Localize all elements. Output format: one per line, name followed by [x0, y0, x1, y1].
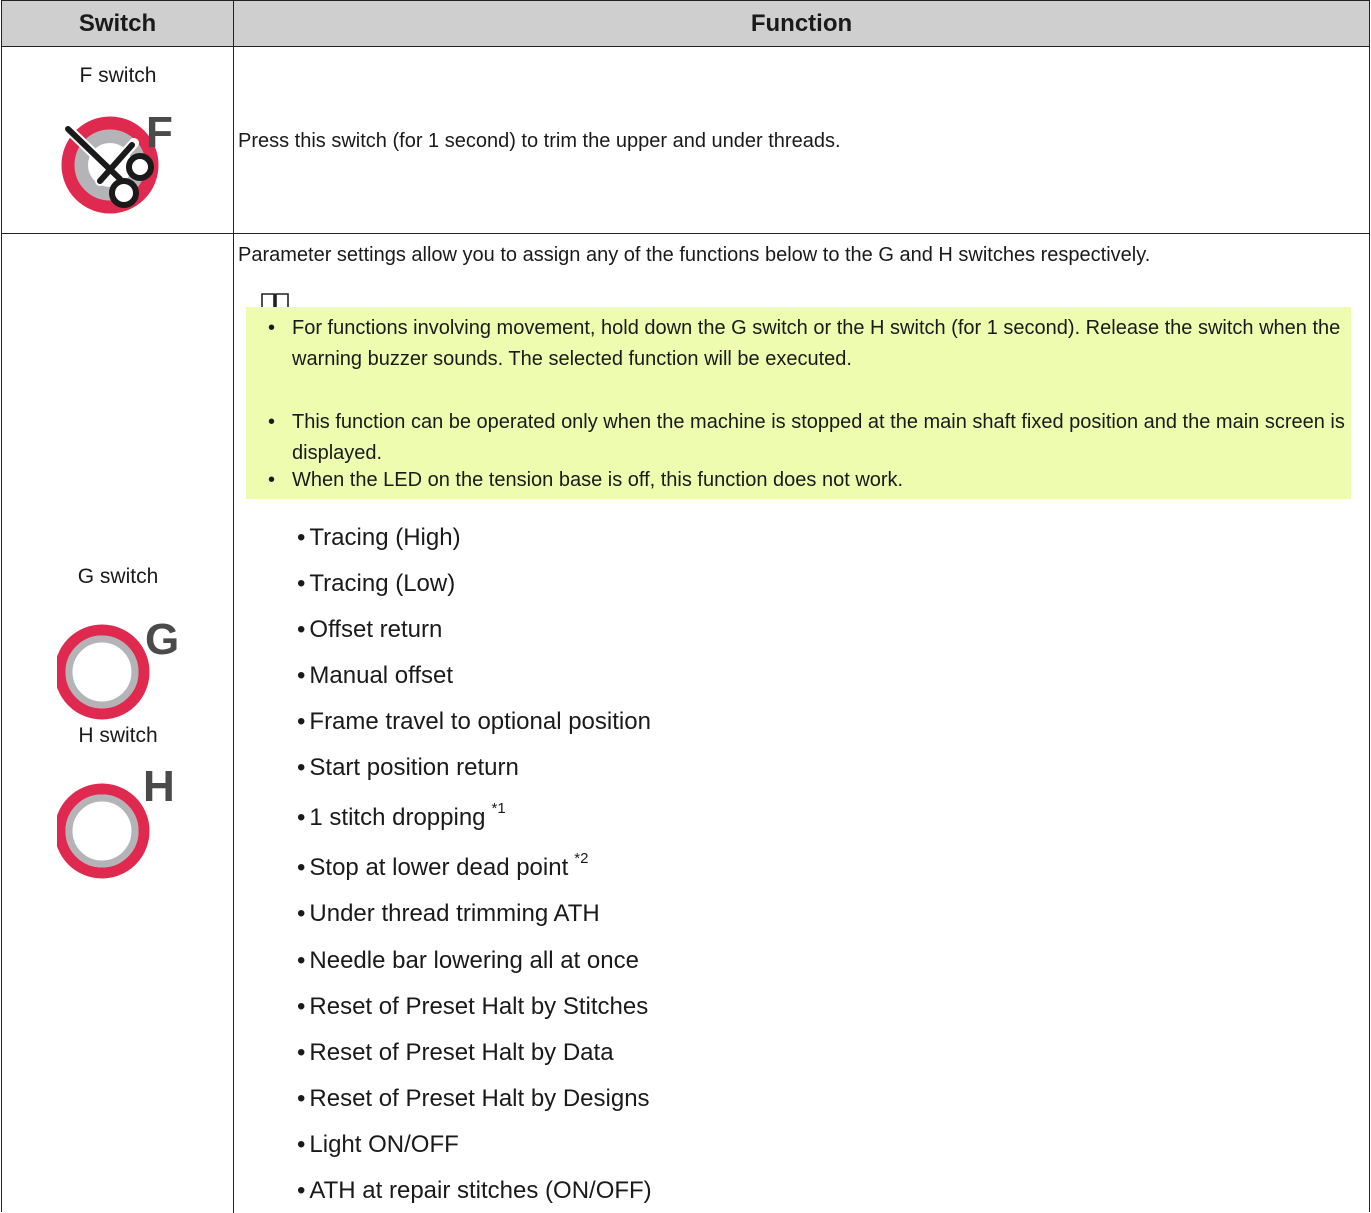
g-switch-label: G switch — [77, 565, 159, 588]
function-list-item: • Manual offset — [297, 662, 454, 689]
function-list-item: • Offset return — [297, 616, 443, 643]
function-list-item: • Under thread trimming ATH — [297, 900, 600, 927]
function-list-item: • Tracing (High) — [297, 524, 461, 551]
table-row-f-switch: F switch F Press this switch (for 1 seco… — [2, 47, 1369, 234]
note-text: This function can be operated only when … — [292, 411, 1345, 464]
function-list-item: • Frame travel to optional position — [297, 708, 651, 735]
header-switch: Switch — [2, 1, 234, 46]
header-function: Function — [750, 9, 853, 37]
function-list-item: • Start position return — [297, 754, 519, 781]
function-list-item: • Reset of Preset Halt by Designs — [297, 1085, 650, 1112]
note-text: When the LED on the tension base is off,… — [292, 469, 904, 491]
switch-function-table: Switch Function F switch F Press this sw… — [1, 0, 1370, 1213]
function-list-item: • Light ON/OFF — [297, 1131, 459, 1158]
switch-cell-f: F switch F — [2, 47, 234, 233]
gh-switch-intro: Parameter settings allow you to assign a… — [238, 244, 1151, 266]
h-switch-label: H switch — [78, 724, 158, 747]
function-list-item: • Reset of Preset Halt by Data — [297, 1039, 614, 1066]
table-row-gh-switch: G switch G H switch H Parameter settings… — [2, 234, 1369, 1213]
function-list-item: • 1 stitch dropping *1 — [297, 800, 506, 831]
h-switch-icon: H — [57, 771, 175, 879]
note-text: For functions involving movement, hold d… — [292, 317, 1341, 370]
h-switch-icon-letter: H — [143, 771, 175, 811]
f-switch-description: Press this switch (for 1 second) to trim… — [238, 130, 841, 152]
function-list-item: • Reset of Preset Halt by Stitches — [297, 993, 649, 1020]
note-box: • For functions involving movement, hold … — [246, 307, 1351, 499]
function-list-item: • Stop at lower dead point *2 — [297, 850, 589, 881]
f-switch-label: F switch — [79, 64, 157, 87]
table-header: Switch Function — [2, 1, 1369, 47]
function-list-item: • ATH at repair stitches (ON/OFF) — [297, 1177, 652, 1204]
f-switch-scissors-icon: F — [61, 108, 173, 214]
footnote-marker: *2 — [574, 850, 589, 867]
function-list-item: • Tracing (Low) — [297, 570, 456, 597]
f-switch-icon-letter: F — [146, 108, 173, 157]
g-switch-icon: G — [57, 615, 179, 720]
function-list-item: • Needle bar lowering all at once — [297, 947, 639, 974]
g-switch-icon-letter: G — [145, 615, 179, 664]
switch-cell-gh: G switch G H switch H — [2, 234, 234, 1213]
footnote-marker: *1 — [491, 800, 506, 817]
